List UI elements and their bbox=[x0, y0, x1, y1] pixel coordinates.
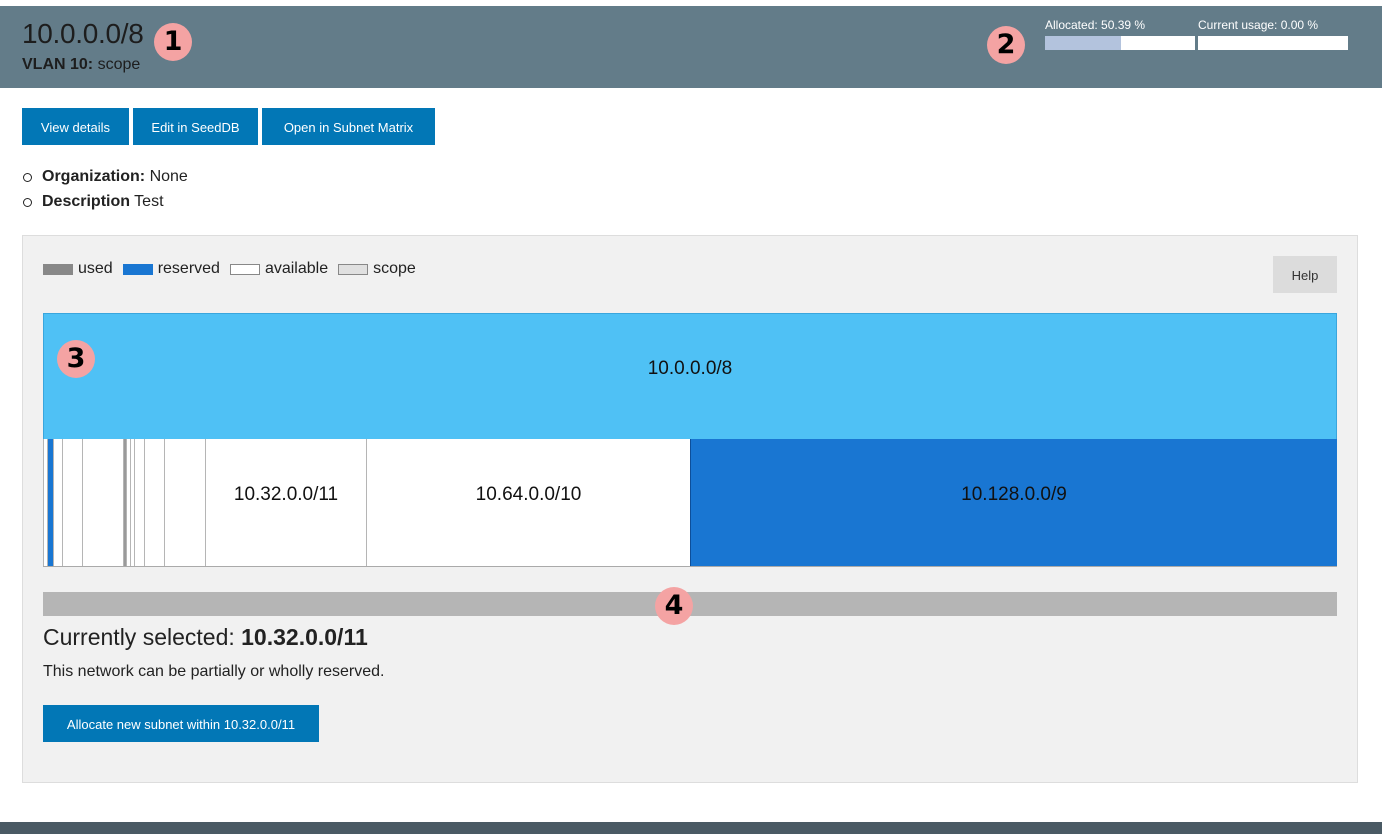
subnet-block-small[interactable] bbox=[164, 439, 205, 566]
subnet-block-label: 10.64.0.0/10 bbox=[475, 484, 582, 505]
subnet-block-10-32-0-0-11[interactable]: 10.32.0.0/11 bbox=[205, 439, 366, 566]
vlan-value: scope bbox=[97, 56, 141, 73]
legend-scope-label: scope bbox=[373, 260, 416, 277]
description-value: Test bbox=[134, 193, 164, 210]
page-title: 10.0.0.0/8 bbox=[22, 18, 144, 49]
legend-available: available bbox=[229, 260, 329, 278]
allocate-subnet-button[interactable]: Allocate new subnet within 10.32.0.0/11 bbox=[43, 705, 319, 742]
reservation-note: This network can be partially or wholly … bbox=[43, 663, 385, 680]
subnet-block-10-128-0-0-9[interactable]: 10.128.0.0/9 bbox=[690, 439, 1337, 566]
annotation-marker-3: 3 bbox=[57, 340, 95, 378]
allocated-label: Allocated: 50.39 % bbox=[1045, 18, 1146, 32]
currently-selected-value: 10.32.0.0/11 bbox=[241, 624, 368, 650]
prefix-visualization-panel: used reserved available scope Help 10.0.… bbox=[22, 235, 1358, 783]
subnet-block-label: 10.128.0.0/9 bbox=[961, 484, 1067, 505]
currently-selected-label: Currently selected: bbox=[43, 624, 235, 650]
organization-value: None bbox=[149, 168, 188, 185]
annotation-marker-1: 1 bbox=[154, 23, 192, 61]
prefix-header: 10.0.0.0/8 1 VLAN 10: scope 2 Allocated:… bbox=[0, 6, 1382, 88]
annotation-marker-2: 2 bbox=[987, 26, 1025, 64]
allocated-meter: Allocated: 50.39 % bbox=[1045, 18, 1195, 50]
open-in-subnet-matrix-button[interactable]: Open in Subnet Matrix bbox=[262, 108, 435, 145]
used-swatch-icon bbox=[43, 263, 73, 275]
legend-available-label: available bbox=[264, 260, 329, 277]
available-swatch-icon bbox=[229, 263, 260, 275]
vlan-label: VLAN 10: bbox=[22, 56, 94, 73]
usage-meter: Current usage: 0.00 % bbox=[1198, 18, 1348, 50]
legend: used reserved available scope bbox=[43, 260, 426, 278]
legend-reserved-label: reserved bbox=[157, 260, 220, 277]
scope-block-label: 10.0.0.0/8 bbox=[647, 358, 733, 379]
scope-swatch-icon bbox=[338, 263, 369, 275]
allocated-bar-fill bbox=[1045, 36, 1121, 50]
currently-selected-heading: Currently selected: 10.32.0.0/11 bbox=[43, 624, 368, 651]
view-details-button[interactable]: View details bbox=[22, 108, 129, 145]
legend-scope: scope bbox=[338, 260, 416, 278]
subnet-block-small[interactable] bbox=[62, 439, 82, 566]
subnet-block-10-64-0-0-10[interactable]: 10.64.0.0/10 bbox=[366, 439, 690, 566]
subnet-block-label: 10.32.0.0/11 bbox=[233, 484, 339, 505]
organization-label: Organization: bbox=[42, 168, 146, 185]
legend-used-label: used bbox=[78, 260, 113, 277]
description-label: Description bbox=[42, 193, 131, 210]
subnet-visualization: 10.0.0.0/8 3 10.32.0.0/11 10.64.0.0/10 1… bbox=[43, 313, 1337, 567]
subnet-block-small[interactable] bbox=[144, 439, 164, 566]
legend-reserved: reserved bbox=[122, 260, 220, 278]
subnet-row: 10.32.0.0/11 10.64.0.0/10 10.128.0.0/9 bbox=[43, 439, 1337, 567]
annotation-marker-4: 4 bbox=[655, 587, 693, 625]
page-footer bbox=[0, 822, 1382, 834]
allocated-bar bbox=[1045, 36, 1195, 50]
subnet-block-small[interactable] bbox=[82, 439, 123, 566]
organization-item: Organization: None bbox=[22, 166, 188, 191]
reserved-swatch-icon bbox=[122, 263, 153, 275]
vlan-line: VLAN 10: scope bbox=[22, 56, 140, 74]
subnet-block-small[interactable] bbox=[53, 439, 62, 566]
help-button[interactable]: Help bbox=[1273, 256, 1337, 293]
prefix-info-list: Organization: None Description Test bbox=[22, 166, 188, 216]
usage-bar bbox=[1198, 36, 1348, 50]
scope-block-10-0-0-0-8[interactable]: 10.0.0.0/8 bbox=[43, 313, 1337, 440]
usage-label: Current usage: 0.00 % bbox=[1198, 18, 1319, 32]
description-item: Description Test bbox=[22, 191, 188, 216]
edit-in-seeddb-button[interactable]: Edit in SeedDB bbox=[133, 108, 258, 145]
subnet-block-small[interactable] bbox=[134, 439, 144, 566]
legend-used: used bbox=[43, 260, 113, 278]
